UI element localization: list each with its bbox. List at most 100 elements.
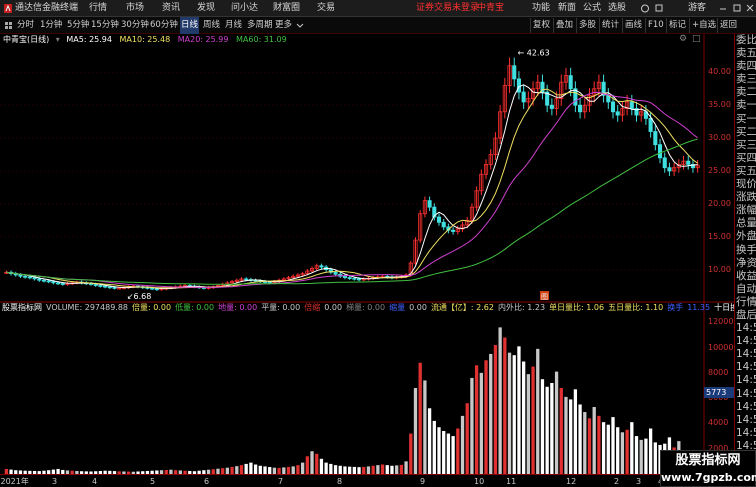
- settings-icon[interactable]: ⚙: [679, 34, 687, 44]
- volume-bar: [380, 464, 385, 474]
- volume-bar: [493, 345, 498, 474]
- tab-60min[interactable]: 60分钟: [150, 17, 178, 34]
- candle-body: [686, 160, 691, 165]
- candle-body: [27, 276, 32, 279]
- tab-fenshi[interactable]: 分时: [17, 17, 34, 34]
- draw-line-button[interactable]: 画线: [622, 18, 644, 33]
- volume-bar: [371, 465, 375, 474]
- price-tick-label: 35.00: [708, 100, 731, 110]
- back-button[interactable]: 返回: [717, 18, 739, 33]
- date-tick-label: 4: [92, 477, 98, 486]
- event-flag-label: 图: [541, 293, 548, 301]
- volume-bar: [526, 374, 530, 474]
- tab-30min[interactable]: 30分钟: [121, 17, 149, 34]
- date-tick-label: 5: [150, 477, 156, 486]
- volume-bar: [644, 438, 648, 474]
- date-tick-label: 10: [474, 477, 485, 486]
- volume-bar: [404, 461, 408, 474]
- candle-body: [51, 281, 56, 284]
- tab-1min[interactable]: 1分钟: [40, 17, 62, 34]
- volume-bar: [418, 362, 422, 474]
- volume-tick-label: 4000: [708, 418, 729, 428]
- volume-bar: [630, 422, 634, 474]
- f10-button[interactable]: F10: [645, 18, 666, 33]
- volume-bars: [4, 327, 681, 474]
- menu-wenxiaoda[interactable]: 问小达: [231, 0, 258, 17]
- quote-panel-label: 行情: [736, 295, 756, 308]
- maximize-icon[interactable]: [732, 0, 742, 17]
- settings-icon[interactable]: [654, 0, 664, 17]
- tab-weekly[interactable]: 周线: [203, 17, 220, 34]
- tab-daily[interactable]: 日线: [180, 17, 200, 34]
- menu-gongshi[interactable]: 公式: [583, 0, 601, 17]
- statistics-button[interactable]: 统计: [599, 18, 621, 33]
- candle-body: [93, 283, 98, 286]
- quote-panel-label: 自动: [736, 282, 756, 295]
- tab-5min[interactable]: 5分钟: [67, 17, 89, 34]
- volume-bar: [484, 360, 488, 474]
- volume-bar: [399, 464, 404, 474]
- menu-xuangu[interactable]: 选股: [608, 0, 626, 17]
- volume-info-item: 倍量: 0.00: [132, 303, 172, 312]
- candle-body: [60, 283, 65, 285]
- volume-bar: [343, 466, 347, 474]
- fuquan-button[interactable]: 复权: [530, 18, 552, 33]
- candle-body: [357, 278, 362, 281]
- volume-info-item: 平量: 0.00: [261, 303, 301, 312]
- ma-info-line: 中青宝(日线) ▾ MA5: 25.94 MA10: 25.48 MA20: 2…: [0, 34, 287, 46]
- menu-caifuquan[interactable]: 财富圈: [273, 0, 300, 17]
- volume-bar: [606, 424, 610, 474]
- login-status[interactable]: 证券交易未登录: [416, 0, 479, 17]
- chevron-down-icon[interactable]: [296, 17, 304, 34]
- candle-body: [103, 285, 108, 288]
- menu-zixun[interactable]: 资讯: [162, 0, 180, 17]
- candle-body: [347, 277, 352, 279]
- volume-info-item: 换手: [667, 303, 684, 312]
- menu-gongneng[interactable]: 功能: [532, 0, 550, 17]
- quote-panel-label: 14:5: [736, 322, 756, 335]
- grid-icon[interactable]: [4, 17, 14, 34]
- volume-bar: [503, 337, 507, 474]
- kline-chart[interactable]: ← 42.63 ↙6.68 图: [0, 34, 734, 474]
- candle-body: [629, 101, 634, 109]
- date-tick-label: 9: [420, 477, 426, 486]
- tab-15min[interactable]: 15分钟: [91, 17, 119, 34]
- volume-bar: [592, 407, 596, 474]
- menu-jiaoyi[interactable]: 交易: [317, 0, 335, 17]
- overlay-button[interactable]: 叠加: [553, 18, 575, 33]
- menu-xinmian[interactable]: 新面: [558, 0, 576, 17]
- volume-bar: [413, 388, 418, 474]
- tab-monthly[interactable]: 月线: [225, 17, 242, 34]
- volume-bar: [244, 463, 248, 474]
- volume-bar: [409, 433, 413, 474]
- volume-bar: [545, 386, 549, 474]
- minimize-icon[interactable]: [718, 0, 728, 17]
- candle-body: [615, 111, 620, 116]
- volume-bar: [578, 404, 582, 474]
- mark-button[interactable]: 标记: [666, 18, 688, 33]
- volume-info-item: 0.00: [409, 303, 427, 312]
- user-label[interactable]: 游客: [688, 0, 706, 17]
- volume-bar: [310, 451, 314, 474]
- multi-stock-button[interactable]: 多股: [576, 18, 598, 33]
- menu-hangqing[interactable]: 行情: [89, 0, 107, 17]
- date-tick-label: 8: [337, 477, 343, 486]
- add-watchlist-button[interactable]: +自选: [689, 18, 718, 33]
- menu-shichang[interactable]: 市场: [126, 0, 144, 17]
- minimize-icon[interactable]: □: [692, 34, 701, 44]
- chart-grid: [0, 71, 704, 271]
- volume-bar: [338, 465, 342, 474]
- quote-panel-label: 涨幅: [736, 204, 756, 217]
- volume-bar: [296, 465, 300, 474]
- quote-panel-label: 换手: [736, 243, 756, 256]
- theme-icon[interactable]: [640, 0, 650, 17]
- tab-more[interactable]: 更多: [275, 17, 292, 34]
- chevron-down-icon[interactable]: ▾: [56, 35, 60, 44]
- volume-info-item: 股票指标网: [2, 303, 42, 312]
- tab-multi-period[interactable]: 多周期: [247, 17, 273, 34]
- ma10-line: [6, 88, 698, 289]
- close-icon[interactable]: [745, 0, 755, 17]
- menu-faxian[interactable]: 发现: [197, 0, 215, 17]
- quote-panel-label: 净资: [736, 256, 756, 269]
- volume-bar: [470, 377, 474, 474]
